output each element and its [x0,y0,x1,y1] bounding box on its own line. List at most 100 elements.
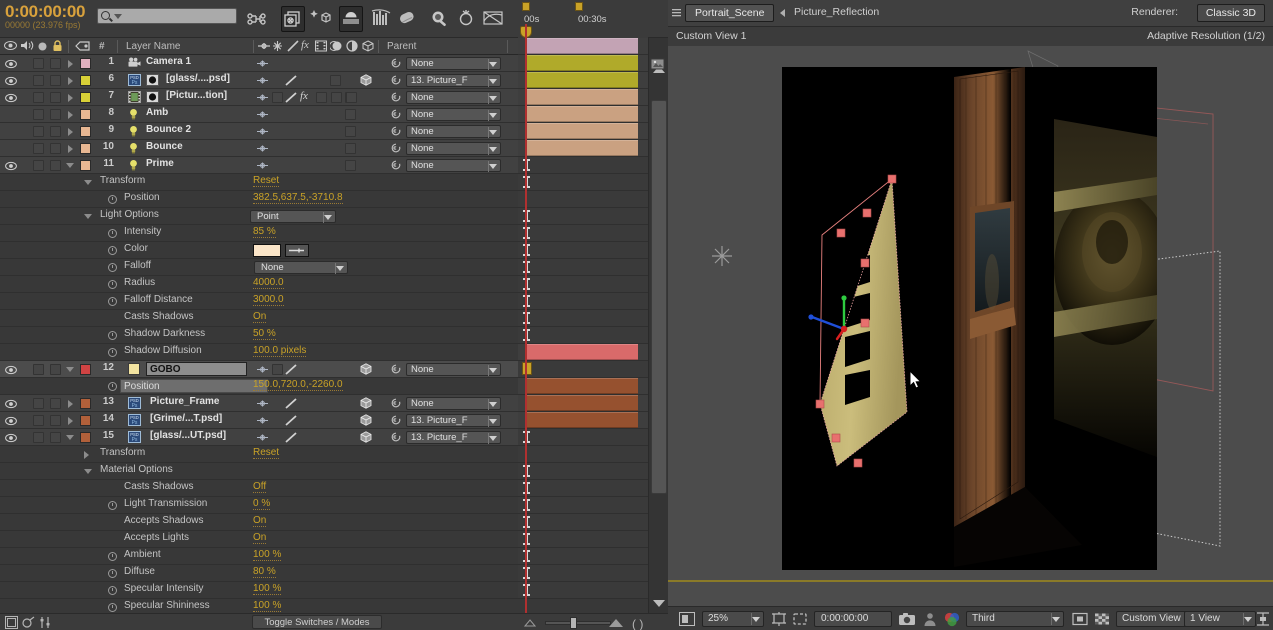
chevron-down-icon[interactable] [1052,617,1060,622]
stopwatch-icon[interactable] [108,603,117,612]
timeline-track-row[interactable] [518,548,648,565]
parent-select[interactable]: None [406,125,501,138]
property-value[interactable]: On [253,515,267,527]
timeline-track-row[interactable] [518,446,648,463]
graph-editor-icon[interactable] [369,6,393,32]
layer-duration-bar[interactable] [525,140,638,156]
draft-3d-icon[interactable] [21,616,35,630]
lock-toggle[interactable] [50,109,61,120]
chevron-down-icon[interactable] [324,215,332,220]
timeline-track-row[interactable] [518,208,648,225]
layer-name[interactable]: Camera 1 [146,56,191,67]
label-color-chip[interactable] [80,432,91,443]
zoom-slider-thumb[interactable] [570,617,577,629]
layer-name[interactable]: Bounce 2 [146,124,191,135]
layer-name[interactable]: Amb [146,107,168,118]
timeline-track-row[interactable] [518,140,648,157]
frame-blend-toggle[interactable] [330,75,341,86]
property-value[interactable]: 100 % [253,583,282,595]
parent-select[interactable]: None [406,91,501,104]
timeline-track-row[interactable] [518,72,648,89]
parent-pickwhip[interactable] [390,414,402,426]
twirl-arrow[interactable] [66,367,74,372]
lock-toggle[interactable] [50,58,61,69]
three-d-switch[interactable] [360,363,372,375]
parent-select[interactable]: 13. Picture_F [406,431,501,444]
twirl-arrow[interactable] [68,60,73,68]
property-value[interactable]: 150.0,720.0,-2260.0 [253,379,343,391]
resolution-select[interactable]: Third [966,611,1064,627]
layer-duration-bar[interactable] [525,123,638,139]
timeline-track-row[interactable] [518,582,648,599]
stopwatch-icon[interactable] [108,246,117,255]
keyframe-marker[interactable] [522,362,532,375]
anchor-switch[interactable] [256,398,269,409]
chevron-down-icon[interactable] [489,368,497,373]
property-value[interactable]: 4000.0 [253,277,284,289]
viewport-canvas[interactable] [668,46,1273,606]
layer-duration-bar[interactable] [525,38,638,54]
back-arrow-icon[interactable] [780,9,785,17]
current-timecode[interactable]: 0:00:00:00 00000 (23.976 fps) [5,2,85,30]
anchor-switch[interactable] [256,160,269,171]
parent-pickwhip[interactable] [390,108,402,120]
twirl-arrow[interactable] [68,417,73,425]
layer-duration-bar[interactable] [525,378,638,394]
property-select[interactable]: Point [250,210,336,223]
timeline-track-row[interactable] [518,191,648,208]
eyedropper-button[interactable] [285,244,309,257]
stopwatch-icon[interactable] [108,382,117,391]
layer-name[interactable]: [glass/....psd] [166,73,230,84]
eye-icon[interactable] [5,93,17,103]
eye-icon[interactable] [5,76,17,86]
property-value[interactable]: 0 % [253,498,271,510]
property-value[interactable]: Reset [253,175,280,187]
solo-toggle[interactable] [33,143,44,154]
property-value[interactable]: 80 % [253,566,276,578]
timeline-track-row[interactable] [518,225,648,242]
timeline-track-row[interactable] [518,395,648,412]
lock-toggle[interactable] [50,398,61,409]
layer-name[interactable]: [Pictur...tion] [166,90,227,101]
timeline-track-row[interactable] [518,429,648,446]
parent-select[interactable]: None [406,397,501,410]
layer-name[interactable]: Bounce [146,141,183,152]
label-color-chip[interactable] [80,143,91,154]
quality-switch[interactable] [284,398,298,409]
twirl-arrow[interactable] [66,163,74,168]
chevron-down-icon[interactable] [489,164,497,169]
timeline-track-row[interactable] [518,106,648,123]
solo-toggle[interactable] [33,364,44,375]
stopwatch-icon[interactable] [108,297,117,306]
label-color-chip[interactable] [80,92,91,103]
solo-toggle[interactable] [33,109,44,120]
chevron-down-icon[interactable] [489,96,497,101]
mask-icon[interactable] [1071,611,1089,627]
layer-name[interactable]: Picture_Frame [150,396,219,407]
chevron-down-icon[interactable] [489,79,497,84]
current-time-indicator[interactable] [525,24,527,613]
parent-pickwhip[interactable] [390,431,402,443]
anchor-switch[interactable] [256,92,269,103]
property-value[interactable]: Off [253,481,267,493]
property-value[interactable]: On [253,311,267,323]
property-value[interactable]: 3000.0 [253,294,284,306]
switch-toggle-0[interactable] [316,92,327,103]
adjustment-toggle[interactable] [345,126,356,137]
stopwatch-icon[interactable] [108,569,117,578]
brainstorm-icon[interactable] [309,6,333,32]
stopwatch-icon[interactable] [108,501,117,510]
label-color-chip[interactable] [80,364,91,375]
work-area-end-marker[interactable] [575,2,583,11]
twirl-arrow[interactable] [84,180,92,185]
region-of-interest-icon[interactable] [770,611,788,627]
solo-toggle[interactable] [33,415,44,426]
timeline-track-row[interactable] [518,463,648,480]
timeline-track-row[interactable] [518,480,648,497]
parent-select[interactable]: None [406,57,501,70]
layer-duration-bar[interactable] [525,72,638,88]
anchor-switch[interactable] [256,415,269,426]
parent-select[interactable]: None [406,108,501,121]
shy-icon[interactable] [455,6,479,32]
label-color-chip[interactable] [80,109,91,120]
